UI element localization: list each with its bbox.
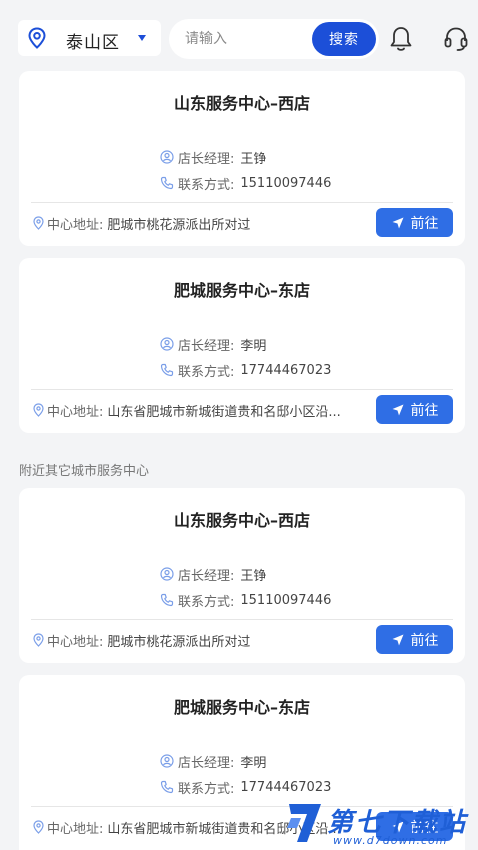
location-pin-icon [33,820,44,834]
contact-phone[interactable]: 17744467023 [240,780,331,795]
card-title: 山东服务中心–西店 [173,94,310,113]
card-title: 肥城服务中心–东店 [173,281,310,300]
card-title: 肥城服务中心–东店 [173,698,310,717]
contact-row: 联系方式: 15110097446 [160,590,331,610]
divider [31,202,453,203]
go-button[interactable]: 前往 [376,208,453,237]
search-input[interactable] [185,29,311,49]
address-text: 肥城市桃花源派出所对过 [107,217,251,233]
address-label: 中心地址: [47,217,104,233]
phone-icon [160,176,174,190]
top-bar: 泰山区 搜索 [0,0,478,72]
person-icon [160,150,174,164]
watermark-url: www.d7down.com [333,834,448,847]
contact-phone[interactable]: 15110097446 [240,176,331,191]
caret-down-icon [138,35,146,41]
location-pin-icon [33,403,44,417]
location-select[interactable]: 泰山区 [18,20,161,56]
contact-row: 联系方式: 17744467023 [160,777,331,797]
manager-name: 王铮 [240,151,267,167]
search-box: 搜索 [169,19,379,59]
go-button-label: 前往 [410,632,439,649]
contact-phone[interactable]: 15110097446 [240,593,331,608]
contact-label: 联系方式: [178,364,235,380]
contact-row: 联系方式: 17744467023 [160,360,331,380]
address-label: 中心地址: [47,634,104,650]
contact-row: 联系方式: 15110097446 [160,173,331,193]
divider [31,619,453,620]
go-button[interactable]: 前往 [376,625,453,654]
navigate-arrow-icon [392,404,403,415]
navigate-arrow-icon [392,217,403,228]
person-icon [160,754,174,768]
service-center-card[interactable]: 肥城服务中心–东店 店长经理: 李明 联系方式: 17744467023 中心地… [19,258,465,433]
watermark-logo-icon [287,804,321,842]
address-row: 中心地址: 肥城市桃花源派出所对过 [32,630,362,650]
contact-label: 联系方式: [178,781,235,797]
bell-icon[interactable] [388,25,414,53]
manager-label: 店长经理: [178,755,235,771]
phone-icon [160,363,174,377]
contact-label: 联系方式: [178,177,235,193]
location-pin-icon [28,27,46,49]
manager-name: 王铮 [240,568,267,584]
person-icon [160,337,174,351]
address-text: 山东省肥城市新城街道贵和名邸小区沿... [107,404,341,420]
address-row: 中心地址: 肥城市桃花源派出所对过 [32,213,362,233]
watermark: 第七下载站 www.d7down.com [285,800,478,850]
manager-row: 店长经理: 王铮 [160,564,266,584]
navigate-arrow-icon [392,634,403,645]
go-button-label: 前往 [410,215,439,232]
service-center-card[interactable]: 山东服务中心–西店 店长经理: 王铮 联系方式: 15110097446 中心地… [19,488,465,663]
manager-label: 店长经理: [178,151,235,167]
location-name: 泰山区 [66,33,120,53]
address-label: 中心地址: [47,404,104,420]
go-button[interactable]: 前往 [376,395,453,424]
manager-name: 李明 [240,338,267,354]
phone-icon [160,593,174,607]
search-button[interactable]: 搜索 [312,22,376,56]
contact-label: 联系方式: [178,594,235,610]
manager-label: 店长经理: [178,568,235,584]
manager-row: 店长经理: 李明 [160,334,266,354]
address-row: 中心地址: 山东省肥城市新城街道贵和名邸小区沿... [32,400,362,420]
manager-row: 店长经理: 王铮 [160,147,266,167]
nearby-section-title: 附近其它城市服务中心 [19,464,150,479]
address-label: 中心地址: [47,821,104,837]
location-pin-icon [33,216,44,230]
contact-phone[interactable]: 17744467023 [240,363,331,378]
location-pin-icon [33,633,44,647]
manager-name: 李明 [240,755,267,771]
person-icon [160,567,174,581]
address-text: 肥城市桃花源派出所对过 [107,634,251,650]
manager-row: 店长经理: 李明 [160,751,266,771]
headset-icon[interactable] [443,25,469,53]
divider [31,389,453,390]
card-title: 山东服务中心–西店 [173,511,310,530]
go-button-label: 前往 [410,402,439,419]
phone-icon [160,780,174,794]
service-center-card[interactable]: 山东服务中心–西店 店长经理: 王铮 联系方式: 15110097446 中心地… [19,71,465,246]
manager-label: 店长经理: [178,338,235,354]
